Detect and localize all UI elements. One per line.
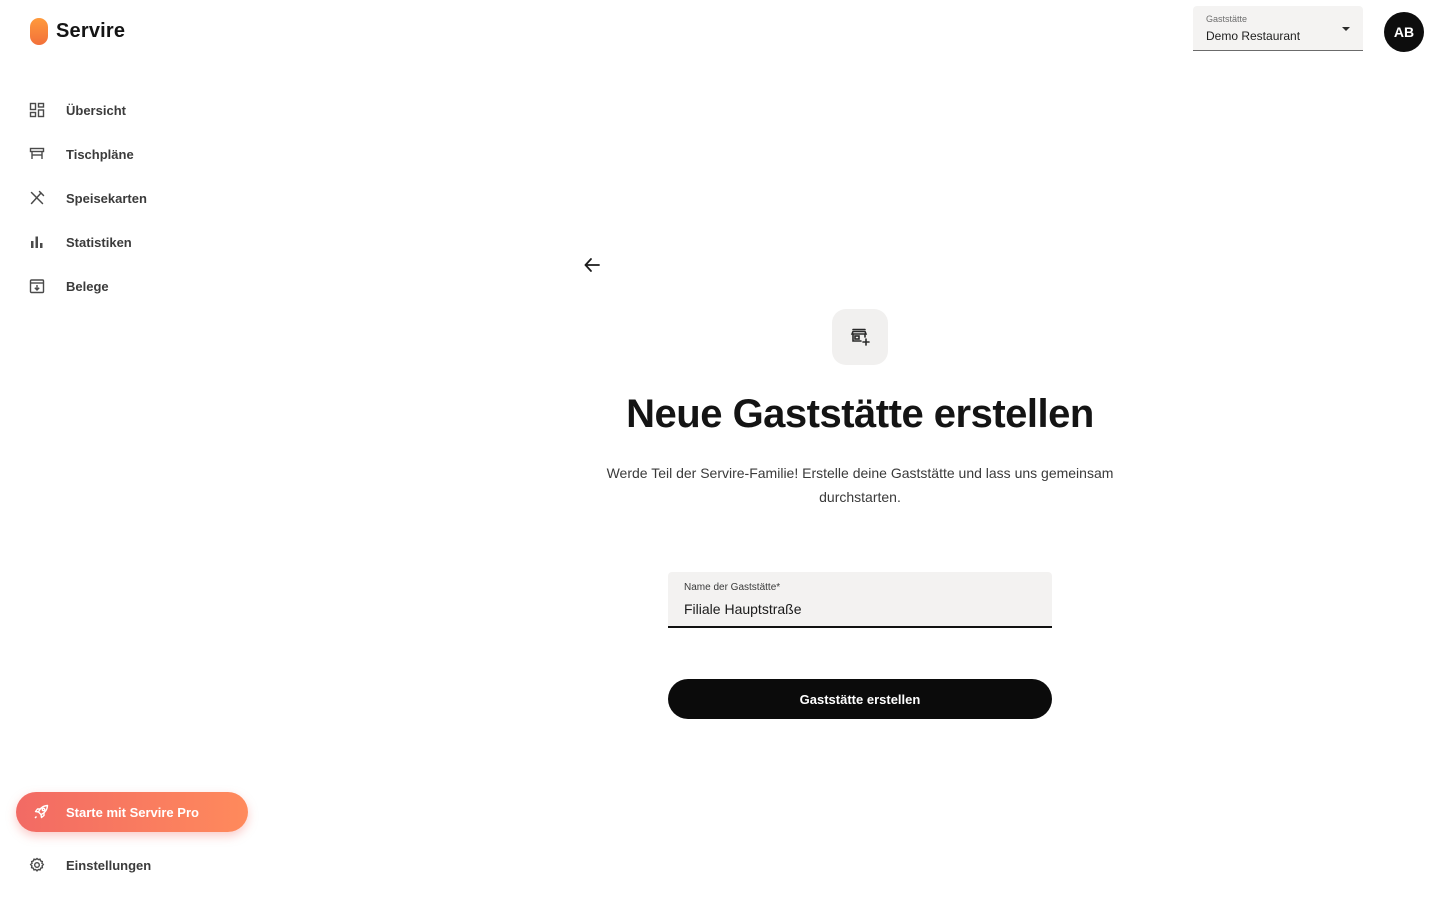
venue-name-input[interactable] (684, 599, 1036, 619)
create-venue-button[interactable]: Gaststätte erstellen (668, 679, 1052, 719)
venue-select[interactable]: Gaststätte Demo Restaurant (1193, 6, 1363, 51)
user-avatar[interactable]: AB (1384, 12, 1424, 52)
add-store-icon-tile (832, 309, 888, 365)
logo-mark-icon (30, 18, 48, 45)
venue-name-label: Name der Gaststätte* (684, 582, 781, 593)
bar-chart-icon (28, 233, 46, 251)
sidebar-item-statistics[interactable]: Statistiken (28, 220, 248, 264)
app-logo[interactable]: Servire (30, 18, 125, 45)
dashboard-icon (28, 101, 46, 119)
sidebar-item-label: Belege (66, 278, 109, 294)
venue-select-label: Gaststätte (1206, 14, 1248, 24)
settings-label: Einstellungen (66, 857, 152, 873)
sidebar-item-tables[interactable]: Tischpläne (28, 132, 248, 176)
sidebar-item-label: Tischpläne (66, 146, 134, 162)
back-button[interactable] (580, 253, 604, 277)
cutlery-icon (28, 189, 46, 207)
arrow-left-icon (584, 258, 600, 272)
chevron-down-icon (1342, 27, 1350, 31)
venue-name-field[interactable]: Name der Gaststätte* (668, 572, 1052, 628)
sidebar-item-label: Speisekarten (66, 190, 147, 206)
servire-pro-button[interactable]: Starte mit Servire Pro (16, 792, 248, 832)
app-name: Servire (56, 20, 126, 42)
page-title: Neue Gaststätte erstellen (626, 392, 1094, 436)
sidebar-nav: Übersicht Tischpläne Speisekarten Statis… (28, 88, 248, 308)
rocket-icon (32, 803, 50, 821)
page-description: Werde Teil der Servire-Familie! Erstelle… (606, 465, 1114, 505)
sidebar-item-settings[interactable]: Einstellungen (28, 843, 151, 887)
app-root: Servire Übersicht Tischpläne Speisekarte… (0, 0, 1440, 900)
servire-pro-label: Starte mit Servire Pro (66, 804, 199, 820)
sidebar-item-label: Statistiken (66, 234, 132, 250)
sidebar-item-label: Übersicht (66, 102, 126, 118)
venue-select-value: Demo Restaurant (1206, 29, 1301, 43)
gear-icon (28, 856, 46, 874)
receipt-archive-icon (28, 277, 46, 295)
sidebar-item-receipts[interactable]: Belege (28, 264, 248, 308)
sidebar-item-menus[interactable]: Speisekarten (28, 176, 248, 220)
add-store-icon (850, 328, 870, 346)
sidebar-item-overview[interactable]: Übersicht (28, 88, 248, 132)
table-icon (28, 145, 46, 163)
